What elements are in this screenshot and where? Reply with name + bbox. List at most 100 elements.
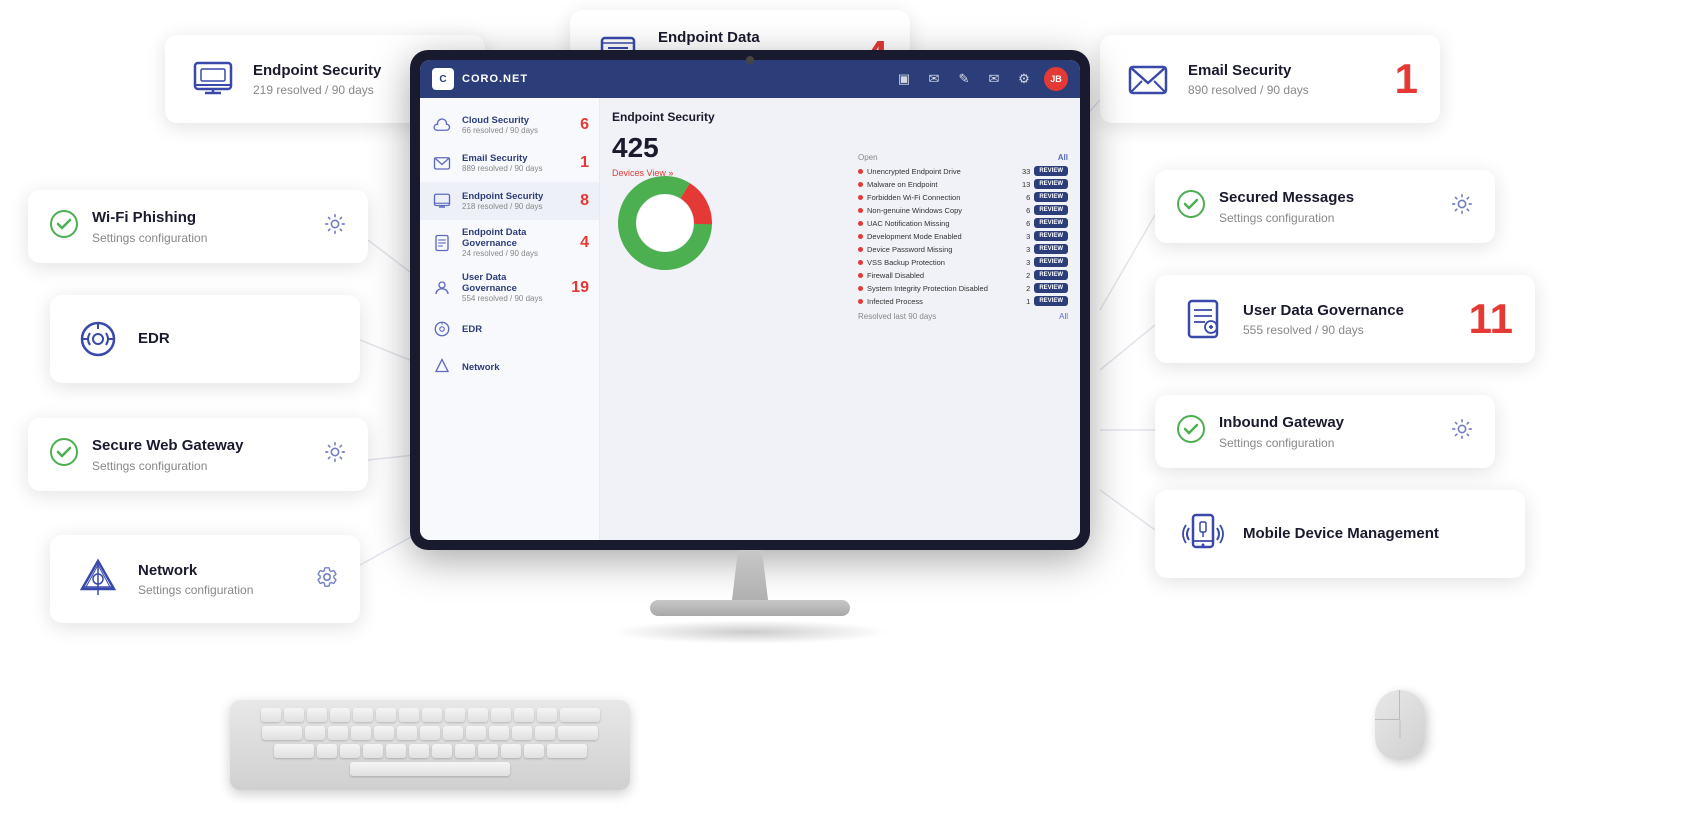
issue-dot-4 — [858, 221, 863, 226]
issue-review-4[interactable]: REVIEW — [1034, 218, 1068, 228]
issue-label-9: System Integrity Protection Disabled — [867, 284, 1012, 293]
card-edr[interactable]: EDR — [50, 295, 360, 383]
issue-row-10: Infected Process 1 REVIEW — [858, 296, 1068, 306]
sidebar-email-label: Email Security — [462, 153, 572, 164]
issue-review-0[interactable]: REVIEW — [1034, 166, 1068, 176]
card-mobile-device[interactable]: Mobile Device Management — [1155, 490, 1525, 578]
issue-count-2: 6 — [1016, 193, 1030, 202]
keyboard-body — [230, 700, 630, 790]
card-email-security-title: Email Security — [1188, 61, 1373, 81]
key — [340, 744, 360, 758]
sidebar-endpoint-sub: 218 resolved / 90 days — [462, 202, 572, 211]
issue-label-4: UAC Notification Missing — [867, 219, 1012, 228]
sidebar-item-network[interactable]: Network — [420, 348, 599, 386]
card-email-security[interactable]: Email Security 890 resolved / 90 days 1 — [1100, 35, 1440, 123]
endpoint-sec-sidebar-icon — [430, 189, 454, 213]
cloud-security-sidebar-icon — [430, 113, 454, 137]
card-wifi-phishing[interactable]: Wi-Fi Phishing Settings configuration — [28, 190, 368, 263]
issue-row-4: UAC Notification Missing 6 REVIEW — [858, 218, 1068, 228]
issue-review-7[interactable]: REVIEW — [1034, 257, 1068, 267]
issue-review-3[interactable]: REVIEW — [1034, 205, 1068, 215]
network-gear-icon[interactable] — [316, 566, 338, 593]
issue-label-6: Device Password Missing — [867, 245, 1012, 254]
secured-messages-gear-icon[interactable] — [1451, 193, 1473, 220]
card-secured-messages[interactable]: Secured Messages Settings configuration — [1155, 170, 1495, 243]
issue-dot-3 — [858, 208, 863, 213]
issue-row-1: Malware on Endpoint 13 REVIEW — [858, 179, 1068, 189]
sidebar-item-user-data-gov[interactable]: User Data Governance 554 resolved / 90 d… — [420, 265, 599, 310]
key — [468, 708, 488, 722]
issue-review-10[interactable]: REVIEW — [1034, 296, 1068, 306]
issue-review-9[interactable]: REVIEW — [1034, 283, 1068, 293]
app-main: Endpoint Security 425 Devices View » — [600, 98, 1080, 540]
sidebar-item-edr[interactable]: EDR — [420, 310, 599, 348]
card-inbound-gateway-body: Inbound Gateway Settings configuration — [1219, 413, 1431, 450]
card-inbound-gateway-sub: Settings configuration — [1219, 436, 1431, 450]
nav-mail-icon[interactable]: ✉ — [984, 69, 1004, 89]
issue-review-1[interactable]: REVIEW — [1034, 179, 1068, 189]
card-secured-messages-body: Secured Messages Settings configuration — [1219, 188, 1431, 225]
nav-alert-icon[interactable]: ✎ — [954, 69, 974, 89]
nav-bell-icon[interactable]: ✉ — [924, 69, 944, 89]
app-user-avatar[interactable]: JB — [1044, 67, 1068, 91]
resolved-all[interactable]: All — [1059, 312, 1068, 321]
issue-count-6: 3 — [1016, 245, 1030, 254]
issues-table: Open All Unencrypted Endpoint Drive 33 R… — [858, 153, 1068, 321]
sidebar-cloud-count: 6 — [580, 116, 589, 134]
card-secured-messages-title: Secured Messages — [1219, 188, 1431, 208]
sidebar-edr-label: EDR — [462, 324, 589, 335]
sidebar-cloud-label: Cloud Security — [462, 115, 572, 126]
issue-row-7: VSS Backup Protection 3 REVIEW — [858, 257, 1068, 267]
open-label: Open — [858, 153, 878, 162]
key — [409, 744, 429, 758]
wifi-phishing-gear-icon[interactable] — [324, 213, 346, 240]
sidebar-item-ep-data-gov[interactable]: Endpoint Data Governance 24 resolved / 9… — [420, 220, 599, 265]
key — [386, 744, 406, 758]
issue-label-0: Unencrypted Endpoint Drive — [867, 167, 1012, 176]
sidebar-user-label: User Data Governance — [462, 272, 563, 294]
key — [455, 744, 475, 758]
card-user-data-gov-number: 11 — [1469, 298, 1513, 340]
sidebar-item-cloud-security[interactable]: Cloud Security 66 resolved / 90 days 6 — [420, 106, 599, 144]
app-content: Cloud Security 66 resolved / 90 days 6 E… — [420, 98, 1080, 540]
card-secure-web[interactable]: Secure Web Gateway Settings configuratio… — [28, 418, 368, 491]
mobile-device-icon — [1177, 508, 1229, 560]
edr-sidebar-icon — [430, 317, 454, 341]
issue-review-2[interactable]: REVIEW — [1034, 192, 1068, 202]
sidebar-user-count: 19 — [571, 279, 589, 297]
card-secured-messages-sub: Settings configuration — [1219, 211, 1431, 225]
sidebar-item-endpoint-security[interactable]: Endpoint Security 218 resolved / 90 days… — [420, 182, 599, 220]
card-network[interactable]: Network Settings configuration — [50, 535, 360, 623]
card-wifi-phishing-sub: Settings configuration — [92, 231, 304, 245]
sidebar-email-sub: 889 resolved / 90 days — [462, 164, 572, 173]
card-inbound-gateway[interactable]: Inbound Gateway Settings configuration — [1155, 395, 1495, 468]
inbound-gateway-gear-icon[interactable] — [1451, 418, 1473, 445]
edr-icon — [72, 313, 124, 365]
sidebar-item-email-security[interactable]: Email Security 889 resolved / 90 days 1 — [420, 144, 599, 182]
app-nav-icons: ▣ ✉ ✎ ✉ ⚙ JB — [894, 67, 1068, 91]
all-label[interactable]: All — [1058, 153, 1068, 162]
key — [514, 708, 534, 722]
card-user-data-gov[interactable]: User Data Governance 555 resolved / 90 d… — [1155, 275, 1535, 363]
issue-row-0: Unencrypted Endpoint Drive 33 REVIEW — [858, 166, 1068, 176]
keyboard — [180, 700, 680, 800]
mouse-left-button[interactable] — [1375, 690, 1400, 720]
main-title: Endpoint Security — [612, 110, 1068, 124]
key — [466, 726, 486, 740]
nav-monitor-icon[interactable]: ▣ — [894, 69, 914, 89]
key-caps — [274, 744, 314, 758]
wifi-phishing-check-icon — [50, 210, 78, 243]
key — [317, 744, 337, 758]
card-email-security-body: Email Security 890 resolved / 90 days — [1188, 61, 1373, 98]
issue-review-8[interactable]: REVIEW — [1034, 270, 1068, 280]
issue-dot-7 — [858, 260, 863, 265]
secure-web-gear-icon[interactable] — [324, 441, 346, 468]
issue-count-7: 3 — [1016, 258, 1030, 267]
key — [535, 726, 555, 740]
key — [328, 726, 348, 740]
nav-settings-icon[interactable]: ⚙ — [1014, 69, 1034, 89]
issue-review-5[interactable]: REVIEW — [1034, 231, 1068, 241]
issue-row-2: Forbidden Wi-Fi Connection 6 REVIEW — [858, 192, 1068, 202]
issues-table-header: Open All — [858, 153, 1068, 162]
issue-review-6[interactable]: REVIEW — [1034, 244, 1068, 254]
